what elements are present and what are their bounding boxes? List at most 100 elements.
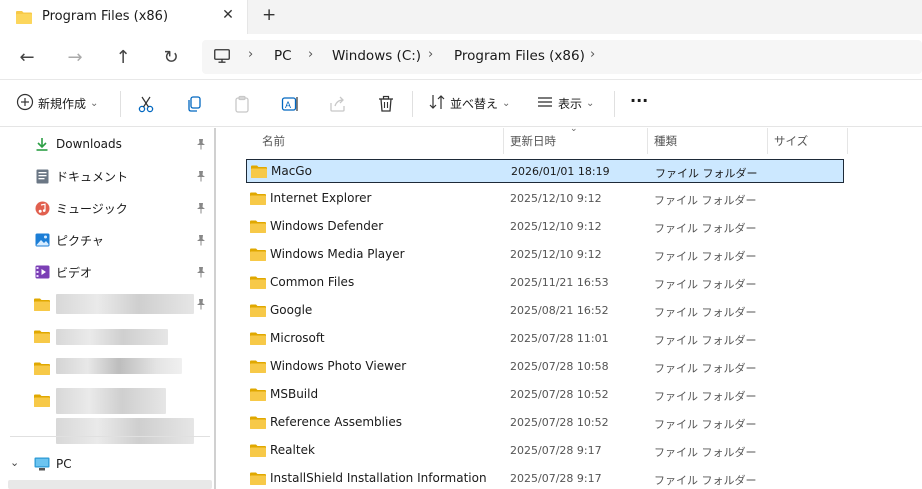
sidebar-item-pictures[interactable]: ピクチャ xyxy=(34,228,104,252)
folder-icon xyxy=(16,10,32,27)
rename-icon[interactable]: A xyxy=(280,94,300,114)
sidebar-item-label: ミュージック xyxy=(56,201,128,216)
pin-icon[interactable] xyxy=(196,170,206,185)
new-button[interactable]: 新規作成 ⌄ xyxy=(16,93,98,114)
sidebar-item-music[interactable]: ミュージック xyxy=(34,196,128,220)
folder-icon xyxy=(250,276,266,292)
file-row[interactable]: Windows Photo Viewer 2025/07/28 10:58 ファイル… xyxy=(246,355,844,379)
sort-button-label: 並べ替え xyxy=(450,97,499,111)
copy-icon[interactable] xyxy=(184,94,204,114)
file-name: Realtek xyxy=(270,443,315,457)
pin-icon[interactable] xyxy=(196,202,206,217)
folder-icon xyxy=(250,472,266,488)
sidebar-item-videos[interactable]: ビデオ xyxy=(34,260,92,284)
file-date: 2025/12/10 9:12 xyxy=(510,192,602,205)
file-row[interactable]: Realtek 2025/07/28 9:17 ファイル フォルダー xyxy=(246,439,844,463)
file-row[interactable]: Windows Media Player 2025/12/10 9:12 ファイル … xyxy=(246,243,844,267)
sidebar-item-redacted-folder[interactable] xyxy=(34,356,56,380)
file-type: ファイル フォルダー xyxy=(654,390,757,403)
column-divider[interactable] xyxy=(847,128,848,154)
command-bar: 新規作成 ⌄ A 並べ替え ⌄ 表示 ⌄ ··· xyxy=(0,81,922,127)
file-row[interactable]: MacGo 2026/01/01 18:19 ファイル フォルダー xyxy=(246,159,844,183)
sidebar-item-redacted-folder[interactable] xyxy=(34,324,56,348)
share-icon[interactable] xyxy=(328,94,348,114)
sidebar-item-pc[interactable]: PC xyxy=(34,452,72,476)
column-header-type[interactable]: 種類 xyxy=(654,128,677,154)
back-button[interactable]: ← xyxy=(16,46,38,68)
picture-icon xyxy=(34,232,50,248)
redacted-label xyxy=(56,388,166,414)
sort-icon xyxy=(428,93,446,114)
file-row[interactable]: Internet Explorer 2025/12/10 9:12 ファイル フォル… xyxy=(246,187,844,211)
sidebar-item-redacted-folder[interactable] xyxy=(34,388,56,412)
delete-icon[interactable] xyxy=(376,94,396,114)
tab-program-files[interactable]: Program Files (x86) ✕ xyxy=(0,0,248,34)
monitor-icon xyxy=(214,49,230,66)
folder-icon xyxy=(250,192,266,208)
breadcrumb-pc[interactable]: PC xyxy=(274,48,292,64)
file-type: ファイル フォルダー xyxy=(654,362,757,375)
file-row[interactable]: MSBuild 2025/07/28 10:52 ファイル フォルダー xyxy=(246,383,844,407)
sidebar-divider xyxy=(10,436,210,437)
breadcrumb-separator: › xyxy=(248,47,254,62)
file-type: ファイル フォルダー xyxy=(654,222,757,235)
up-button[interactable]: ↑ xyxy=(112,46,134,68)
file-date: 2025/12/10 9:12 xyxy=(510,248,602,261)
view-button-label: 表示 xyxy=(558,97,583,111)
file-row[interactable]: Google 2025/08/21 16:52 ファイル フォルダー xyxy=(246,299,844,323)
file-date: 2025/08/21 16:52 xyxy=(510,304,609,317)
column-header-size[interactable]: サイズ xyxy=(774,128,808,154)
pin-icon[interactable] xyxy=(196,298,206,313)
column-divider[interactable] xyxy=(647,128,648,154)
video-icon xyxy=(34,264,50,280)
view-button[interactable]: 表示 ⌄ xyxy=(536,93,594,114)
file-name: MacGo xyxy=(271,164,312,178)
breadcrumb-program-files-x86[interactable]: Program Files (x86) xyxy=(454,48,585,64)
chevron-down-icon[interactable]: ⌄ xyxy=(10,456,19,469)
divider xyxy=(614,91,615,117)
address-bar[interactable]: › PC › Windows (C:) › Program Files (x86… xyxy=(202,40,922,74)
column-header-name[interactable]: 名前 xyxy=(262,128,285,154)
sidebar-scrollbar[interactable] xyxy=(214,128,216,489)
redacted-label xyxy=(56,358,182,374)
column-divider[interactable] xyxy=(503,128,504,154)
breadcrumb-windows-c[interactable]: Windows (C:) xyxy=(332,48,421,64)
folder-icon xyxy=(250,304,266,320)
file-date: 2025/07/28 10:58 xyxy=(510,360,609,373)
file-row[interactable]: Reference Assemblies 2025/07/28 10:52 ファイル… xyxy=(246,411,844,435)
column-divider[interactable] xyxy=(767,128,768,154)
svg-text:A: A xyxy=(285,100,291,110)
file-row[interactable]: Microsoft 2025/07/28 11:01 ファイル フォルダー xyxy=(246,327,844,351)
file-type: ファイル フォルダー xyxy=(655,167,758,180)
file-name: Windows Media Player xyxy=(270,247,405,261)
pin-icon[interactable] xyxy=(196,234,206,249)
sidebar-item-downloads[interactable]: Downloads xyxy=(34,132,122,156)
folder-icon xyxy=(250,332,266,348)
folder-icon xyxy=(34,296,50,312)
forward-button[interactable]: → xyxy=(64,46,86,68)
cut-icon[interactable] xyxy=(136,94,156,114)
file-date: 2025/07/28 9:17 xyxy=(510,472,602,485)
paste-icon[interactable] xyxy=(232,94,252,114)
file-date: 2026/01/01 18:19 xyxy=(511,165,610,178)
refresh-button[interactable]: ↻ xyxy=(160,46,182,68)
pin-icon[interactable] xyxy=(196,266,206,281)
sidebar-item-redacted-folder[interactable] xyxy=(34,292,56,316)
folder-icon xyxy=(34,360,50,376)
file-row[interactable]: Windows Defender 2025/12/10 9:12 ファイル フォルダ… xyxy=(246,215,844,239)
music-icon xyxy=(34,200,50,216)
pin-icon[interactable] xyxy=(196,138,206,153)
new-tab-button[interactable]: + xyxy=(262,5,276,25)
sidebar-item-documents[interactable]: ドキュメント xyxy=(34,164,128,188)
file-name: InstallShield Installation Information xyxy=(270,471,487,485)
file-name: Windows Defender xyxy=(270,219,384,233)
close-tab-icon[interactable]: ✕ xyxy=(220,7,236,23)
more-options-icon[interactable]: ··· xyxy=(630,91,648,110)
file-row[interactable]: Common Files 2025/11/21 16:53 ファイル フォルダー xyxy=(246,271,844,295)
file-row[interactable]: InstallShield Installation Information 20… xyxy=(246,467,844,489)
plus-circle-icon xyxy=(16,93,34,114)
breadcrumb-separator: › xyxy=(590,47,596,62)
sort-button[interactable]: 並べ替え ⌄ xyxy=(428,93,510,114)
column-header-date[interactable]: 更新日時 xyxy=(510,128,556,154)
redacted-label xyxy=(56,294,194,314)
